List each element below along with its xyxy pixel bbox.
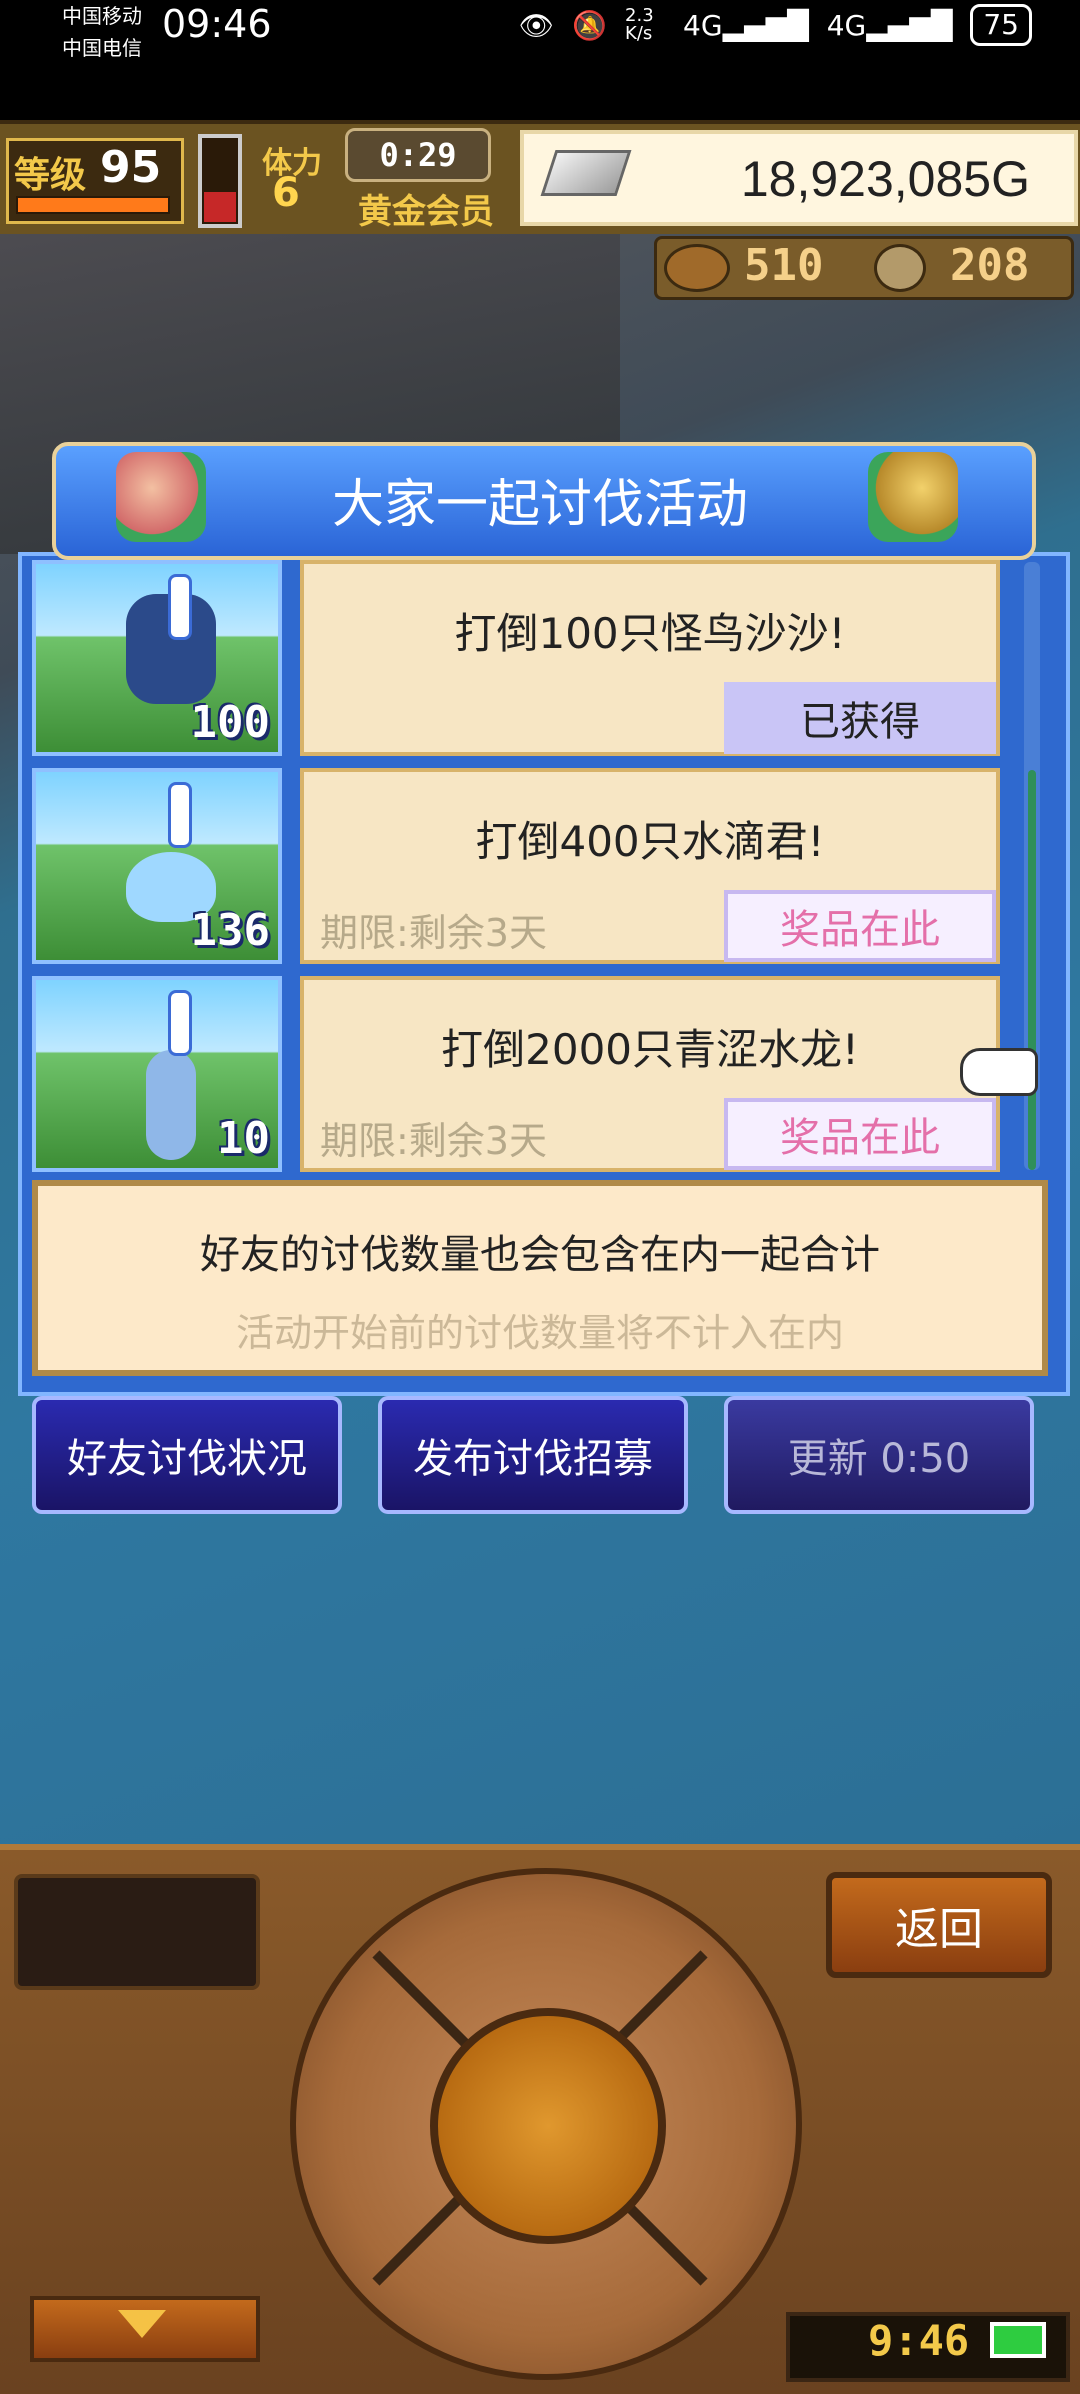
resource-value-2: 208 — [950, 240, 1030, 291]
game-clock: 9:46 — [868, 2316, 970, 2365]
battery-icon: 75 — [970, 4, 1032, 46]
friend-status-button[interactable]: 好友讨伐状况 — [32, 1396, 342, 1514]
quest-deadline: 期限:剩余3天 — [320, 911, 547, 955]
back-button[interactable]: 返回 — [826, 1872, 1052, 1978]
info-text-secondary: 活动开始前的讨伐数量将不计入在内 — [235, 1311, 844, 1355]
exclamation-icon — [168, 990, 192, 1056]
quest-row: 100 打倒100只怪鸟沙沙! 已获得 — [32, 560, 1032, 760]
kill-count-badge: 10 — [217, 1113, 270, 1164]
quest-card: 打倒2000只青涩水龙! 期限:剩余3天 奖品在此 — [300, 976, 1000, 1172]
silver-bar-icon — [540, 150, 632, 196]
claimed-button[interactable]: 已获得 — [724, 682, 996, 754]
monster-dragon-icon — [146, 1050, 196, 1160]
dpad-center-button[interactable] — [430, 2008, 666, 2244]
gold-member-label: 黄金会员 — [358, 192, 494, 232]
system-icons: 👁 🔕 2.3 K/s 4G▂▄▆█ 4G▂▄▆█ 75 — [519, 4, 1032, 46]
refresh-button[interactable]: 更新 0:50 — [724, 1396, 1034, 1514]
quest-title: 打倒400只水滴君! — [475, 817, 825, 866]
signal-label-2: 4G — [826, 8, 867, 42]
resource-value-1: 510 — [744, 240, 824, 291]
coin-icon — [874, 244, 926, 292]
quest-card: 打倒100只怪鸟沙沙! 已获得 — [300, 560, 1000, 756]
quest-card: 打倒400只水滴君! 期限:剩余3天 奖品在此 — [300, 768, 1000, 964]
quest-row: 136 打倒400只水滴君! 期限:剩余3天 奖品在此 — [32, 768, 1032, 968]
quest-row: 10 打倒2000只青涩水龙! 期限:剩余3天 奖品在此 — [32, 976, 1032, 1176]
quest-title: 打倒2000只青涩水龙! — [441, 1025, 859, 1074]
quest-title: 打倒100只怪鸟沙沙! — [454, 609, 846, 658]
red-gauge — [198, 134, 242, 228]
network-speed: 2.3 K/s — [625, 5, 654, 44]
money-value: 18,923,085G — [740, 151, 1030, 207]
eye-icon: 👁 — [518, 8, 555, 42]
post-recruit-button[interactable]: 发布讨伐招募 — [378, 1396, 688, 1514]
level-progress-bar — [16, 196, 170, 214]
prize-button[interactable]: 奖品在此 — [724, 890, 996, 962]
battery-icon — [990, 2322, 1046, 2358]
exclamation-icon — [168, 782, 192, 848]
info-text-primary: 好友的讨伐数量也会包含在内一起合计 — [200, 1232, 880, 1278]
dialog-title: 大家一起讨伐活动 — [331, 475, 748, 535]
mute-bell-icon: 🔕 — [572, 8, 608, 42]
exclamation-icon — [168, 574, 192, 640]
signal-label-1: 4G — [683, 8, 723, 42]
signal-icon-2: 4G▂▄▆█ — [826, 8, 953, 42]
stamina-timer: 0:29 — [345, 128, 491, 182]
mini-screen — [14, 1874, 260, 1990]
signal-icon-1: 4G▂▄▆█ — [683, 8, 809, 42]
carrier-2: 中国电信 — [62, 36, 142, 60]
down-arrow-icon — [118, 2310, 166, 2338]
quest-deadline: 期限:剩余3天 — [320, 1119, 547, 1163]
wood-icon — [664, 244, 730, 292]
monster-image: 136 — [32, 768, 282, 964]
level-label: 等级 — [14, 155, 87, 196]
system-clock: 09:46 — [162, 2, 272, 46]
level-value: 95 — [100, 142, 162, 193]
kill-count-badge: 136 — [190, 905, 270, 956]
kill-count-badge: 100 — [190, 697, 270, 748]
carrier-1: 中国移动 — [62, 4, 142, 28]
prize-button[interactable]: 奖品在此 — [724, 1098, 996, 1170]
carrier-info: 中国移动 中国电信 — [62, 0, 142, 64]
monster-image: 10 — [32, 976, 282, 1172]
monster-image: 100 — [32, 560, 282, 756]
stamina-value: 6 — [272, 170, 300, 216]
pointing-hand-icon — [960, 1048, 1038, 1096]
